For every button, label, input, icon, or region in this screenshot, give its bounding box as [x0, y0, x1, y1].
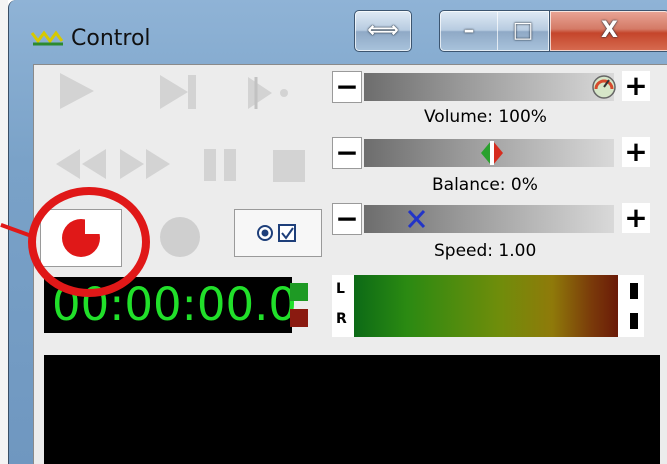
- green-led: [290, 283, 308, 301]
- meter-right-label: R: [336, 311, 347, 327]
- meter-peak-right: [630, 313, 638, 329]
- speed-slider[interactable]: − +: [332, 203, 650, 237]
- rewind-button[interactable]: [54, 147, 110, 185]
- volume-track[interactable]: [364, 73, 616, 101]
- rewind-icon: [56, 149, 106, 179]
- minimize-icon: –: [463, 18, 475, 43]
- play-button[interactable]: [60, 73, 94, 109]
- volume-increase-button[interactable]: +: [622, 71, 650, 101]
- stop-button[interactable]: [272, 149, 306, 187]
- record-disabled-button[interactable]: [158, 215, 202, 263]
- fast-forward-icon: [120, 149, 170, 179]
- window-controls: – □ X: [439, 10, 667, 52]
- play-frame-button[interactable]: [244, 75, 292, 115]
- step-button[interactable]: [158, 73, 198, 115]
- app-logo-icon: [31, 30, 64, 46]
- close-icon: X: [601, 18, 618, 43]
- maximize-icon: □: [512, 18, 534, 43]
- highlight-circle: [28, 187, 150, 297]
- speed-thumb-icon[interactable]: [404, 205, 430, 233]
- minimize-button[interactable]: –: [439, 10, 499, 52]
- balance-increase-button[interactable]: +: [622, 137, 650, 167]
- red-led: [290, 309, 308, 327]
- title-bar: Control ⟺ – □ X: [9, 0, 667, 64]
- window-title: Control: [71, 26, 151, 51]
- speed-label: Speed: 1.00: [434, 241, 537, 261]
- meter-bar: [354, 275, 618, 337]
- balance-thumb-icon[interactable]: [479, 139, 505, 167]
- balance-track[interactable]: [364, 139, 614, 167]
- display-area: [44, 355, 660, 464]
- maximize-button[interactable]: □: [497, 10, 550, 52]
- speed-increase-button[interactable]: +: [622, 203, 650, 233]
- pause-icon: [204, 149, 236, 181]
- level-meter: L R: [332, 275, 644, 337]
- play-icon: [60, 73, 94, 109]
- resize-icon: ⟺: [367, 18, 399, 43]
- page-background-strip: [0, 0, 8, 464]
- balance-slider[interactable]: − +: [332, 137, 650, 171]
- fast-forward-button[interactable]: [118, 147, 174, 185]
- volume-decrease-button[interactable]: −: [332, 71, 362, 103]
- volume-slider[interactable]: − +: [332, 71, 650, 105]
- play-frame-icon: [248, 77, 288, 109]
- record-disabled-icon: [160, 217, 200, 257]
- step-icon: [160, 75, 196, 109]
- speed-track[interactable]: [364, 205, 614, 233]
- resize-button[interactable]: ⟺: [354, 10, 412, 52]
- balance-decrease-button[interactable]: −: [332, 137, 362, 169]
- options-button[interactable]: [234, 209, 322, 257]
- volume-knob-icon[interactable]: [590, 73, 620, 101]
- meter-peak-left: [630, 283, 638, 299]
- stop-icon: [273, 150, 305, 182]
- meter-left-label: L: [336, 281, 345, 297]
- pause-button[interactable]: [202, 147, 238, 187]
- meter-channel-labels: L R: [332, 275, 354, 337]
- volume-label: Volume: 100%: [424, 107, 547, 127]
- radio-check-icon: [257, 224, 296, 242]
- speed-decrease-button[interactable]: −: [332, 203, 362, 235]
- balance-label: Balance: 0%: [432, 175, 538, 195]
- close-button[interactable]: X: [549, 10, 667, 52]
